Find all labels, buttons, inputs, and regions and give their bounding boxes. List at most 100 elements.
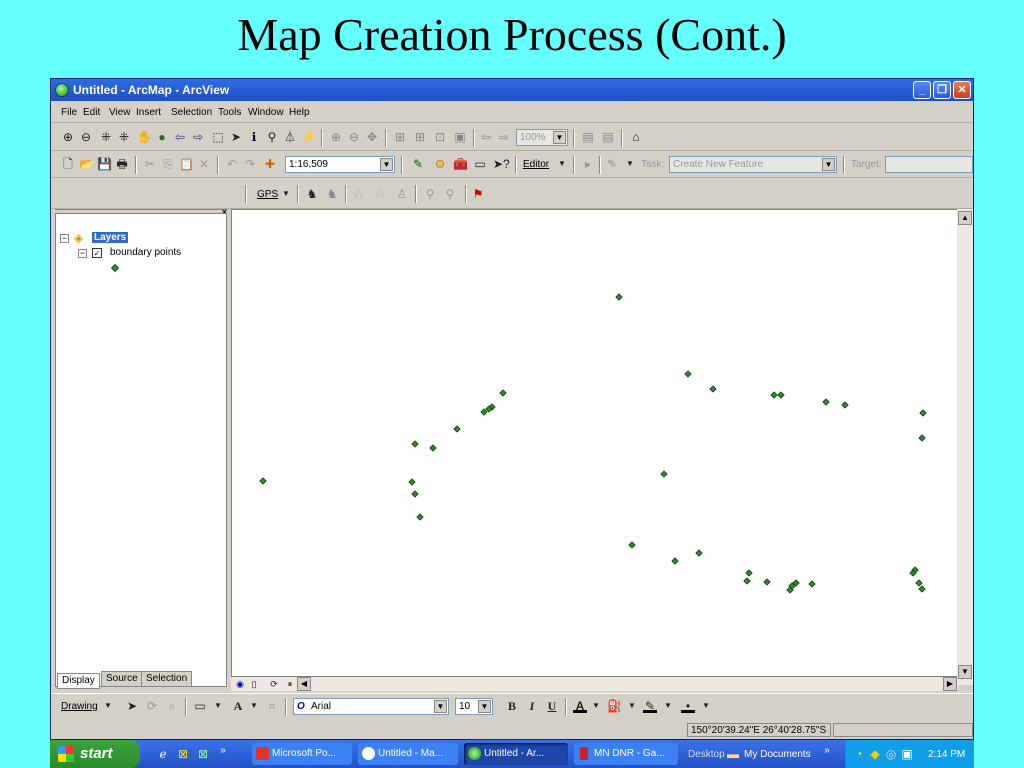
boundary-point[interactable] — [822, 398, 830, 406]
menu-insert[interactable]: Insert — [136, 107, 161, 118]
gps-center-icon[interactable]: ♙ — [395, 187, 409, 201]
select-elements-icon[interactable]: ➤ — [125, 699, 139, 713]
gps-flag-icon[interactable]: ⚑ — [471, 187, 485, 201]
gps-record-icon[interactable]: ⚲ — [423, 187, 437, 201]
boundary-point[interactable] — [628, 541, 636, 549]
zoom-to-selected-icon[interactable]: ⌕ — [165, 699, 179, 713]
cut-icon[interactable]: ✂ — [143, 157, 157, 171]
desktop-toolbar-label[interactable]: Desktop — [688, 749, 725, 760]
rotate-icon[interactable]: ⟳ — [145, 699, 159, 713]
excel-quicklaunch-icon[interactable]: ⊠ — [196, 747, 210, 761]
zoom-percent-combo[interactable]: 100% ▼ — [516, 129, 568, 146]
boundary-point[interactable] — [259, 477, 267, 485]
font-color-icon[interactable]: A — [573, 699, 587, 713]
ie-quicklaunch-icon[interactable]: ℯ — [156, 747, 170, 761]
boundary-point[interactable] — [918, 585, 926, 593]
boundary-point[interactable] — [763, 578, 771, 586]
edit-tool-icon[interactable]: ▸ — [581, 157, 595, 171]
boundary-point[interactable] — [416, 513, 424, 521]
fixed-zoom-in-icon[interactable]: ⁜ — [99, 130, 113, 144]
menu-file[interactable]: File — [61, 107, 77, 118]
outlook-quicklaunch-icon[interactable]: ⊠ — [176, 747, 190, 761]
save-icon[interactable]: 💾 — [97, 157, 112, 171]
tray-security-icon[interactable]: ◆ — [868, 747, 882, 761]
chevron-down-icon[interactable]: ▼ — [555, 157, 569, 171]
underline-button[interactable]: U — [545, 699, 559, 713]
gps-stop-icon[interactable]: ⚲ — [443, 187, 457, 201]
boundary-point[interactable] — [743, 577, 751, 585]
chevron-down-icon[interactable]: ▼ — [211, 699, 225, 713]
font-size-combo[interactable]: 10 ▼ — [455, 698, 493, 715]
chevron-down-icon[interactable]: ▼ — [623, 157, 637, 171]
chevron-down-icon[interactable]: ▼ — [625, 699, 639, 713]
menu-window[interactable]: Window — [248, 107, 284, 118]
sketch-tool-icon[interactable]: ✎ — [605, 157, 619, 171]
close-button[interactable]: ✕ — [953, 81, 971, 99]
text-tool-icon[interactable]: A — [231, 699, 245, 713]
taskbar-item[interactable]: Untitled - Ar... — [464, 743, 568, 765]
layout-forward-icon[interactable]: ⇨ — [497, 130, 511, 144]
tab-source[interactable]: Source — [101, 671, 143, 687]
scroll-down-icon[interactable]: ▼ — [958, 665, 972, 679]
chevron-down-icon[interactable]: ▼ — [101, 699, 115, 713]
tray-network-icon[interactable]: ◎ — [884, 747, 898, 761]
layer-name[interactable]: boundary points — [110, 247, 181, 258]
boundary-point[interactable] — [671, 557, 679, 565]
gps-log-icon[interactable]: ♞ — [325, 187, 339, 201]
map-canvas[interactable] — [232, 210, 959, 678]
scroll-up-icon[interactable]: ▲ — [958, 211, 972, 225]
chevron-down-icon[interactable]: ▼ — [699, 699, 713, 713]
chevron-down-icon[interactable]: ▼ — [247, 699, 261, 713]
gps-stream-icon[interactable]: ♘ — [373, 187, 387, 201]
map-display[interactable] — [231, 209, 958, 677]
minimize-button[interactable]: _ — [913, 81, 931, 99]
chevron-down-icon[interactable]: ▼ — [589, 699, 603, 713]
redo-icon[interactable]: ↷ — [243, 157, 257, 171]
taskbar-item[interactable]: MN DNR - Ga... — [574, 743, 678, 765]
layout-fixed-in-icon[interactable]: ⊞ — [393, 130, 407, 144]
boundary-point[interactable] — [408, 478, 416, 486]
fill-color-icon[interactable]: ⛽ — [607, 699, 622, 713]
taskbar-item[interactable]: Untitled - Ma... — [358, 743, 458, 765]
start-button[interactable]: start — [50, 740, 140, 768]
font-name-combo[interactable]: O Arial ▼ — [293, 698, 449, 715]
new-document-icon[interactable]: 🗋 — [61, 157, 75, 171]
restore-button[interactable]: ❐ — [933, 81, 951, 99]
boundary-point[interactable] — [453, 425, 461, 433]
editor-menu[interactable]: Editor — [523, 159, 549, 170]
layout-back-icon[interactable]: ⇦ — [479, 130, 493, 144]
boundary-point[interactable] — [770, 391, 778, 399]
boundary-point[interactable] — [745, 569, 753, 577]
layer-visibility-checkbox[interactable]: ✓ — [92, 248, 102, 258]
refresh-icon[interactable]: ⟳ — [267, 677, 281, 691]
boundary-point[interactable] — [499, 389, 507, 397]
zoom-in-icon[interactable]: ⊕ — [61, 130, 75, 144]
edit-vertices-icon[interactable]: ⌗ — [265, 699, 279, 713]
boundary-point[interactable] — [841, 401, 849, 409]
open-folder-icon[interactable]: 📂 — [79, 157, 94, 171]
boundary-point[interactable] — [660, 470, 668, 478]
scroll-right-icon[interactable]: ▶ — [943, 677, 957, 691]
chevron-down-icon[interactable]: ▼ — [279, 187, 293, 201]
change-layout-icon[interactable]: ⌂ — [629, 130, 643, 144]
toggle-draft-icon[interactable]: ▤ — [581, 130, 595, 144]
collapse-icon[interactable]: − — [60, 234, 69, 243]
find-icon[interactable]: ⚲ — [265, 130, 279, 144]
identify-icon[interactable]: ℹ — [247, 130, 261, 144]
layout-view-icon[interactable]: ▯ — [247, 677, 261, 691]
editor-toolbar-icon[interactable]: ✎ — [411, 157, 425, 171]
boundary-point[interactable] — [915, 579, 923, 587]
layout-zoom-in-icon[interactable]: ⊕ — [329, 130, 343, 144]
paste-icon[interactable]: 📋 — [179, 157, 194, 171]
bold-button[interactable]: B — [505, 699, 519, 713]
boundary-point[interactable] — [411, 440, 419, 448]
copy-icon[interactable]: ⎘ — [161, 157, 175, 171]
task-combo[interactable]: Create New Feature ▼ — [669, 156, 837, 173]
layout-zoom-out-icon[interactable]: ⊖ — [347, 130, 361, 144]
tab-selection[interactable]: Selection — [141, 671, 193, 687]
boundary-point[interactable] — [777, 391, 785, 399]
menu-edit[interactable]: Edit — [83, 107, 100, 118]
more-icon[interactable]: » — [820, 744, 834, 758]
boundary-point[interactable] — [615, 293, 623, 301]
scroll-left-icon[interactable]: ◀ — [297, 677, 311, 691]
